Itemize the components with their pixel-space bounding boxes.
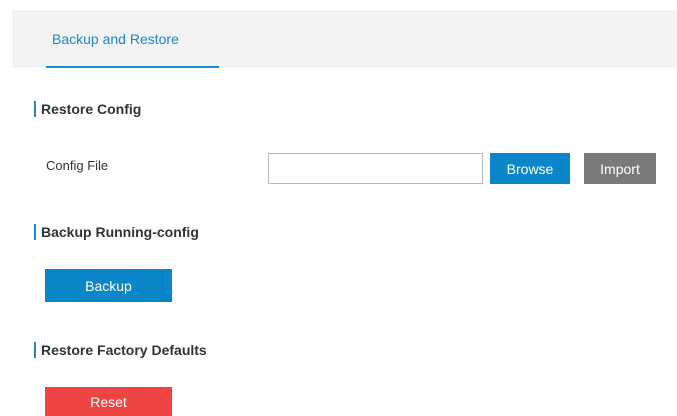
backup-restore-page: Backup and Restore Restore Config Config…: [0, 0, 677, 416]
import-button[interactable]: Import: [584, 153, 656, 184]
browse-button[interactable]: Browse: [490, 153, 570, 184]
reset-button[interactable]: Reset: [45, 387, 172, 416]
config-file-input[interactable]: [268, 153, 483, 184]
backup-button[interactable]: Backup: [45, 269, 172, 302]
tab-backup-and-restore[interactable]: Backup and Restore: [46, 10, 219, 68]
restore-factory-defaults-heading: Restore Factory Defaults: [34, 341, 207, 359]
backup-running-config-heading: Backup Running-config: [34, 223, 199, 241]
tab-bar: Backup and Restore: [12, 10, 677, 68]
config-file-label: Config File: [46, 158, 109, 173]
restore-config-heading: Restore Config: [34, 100, 141, 118]
